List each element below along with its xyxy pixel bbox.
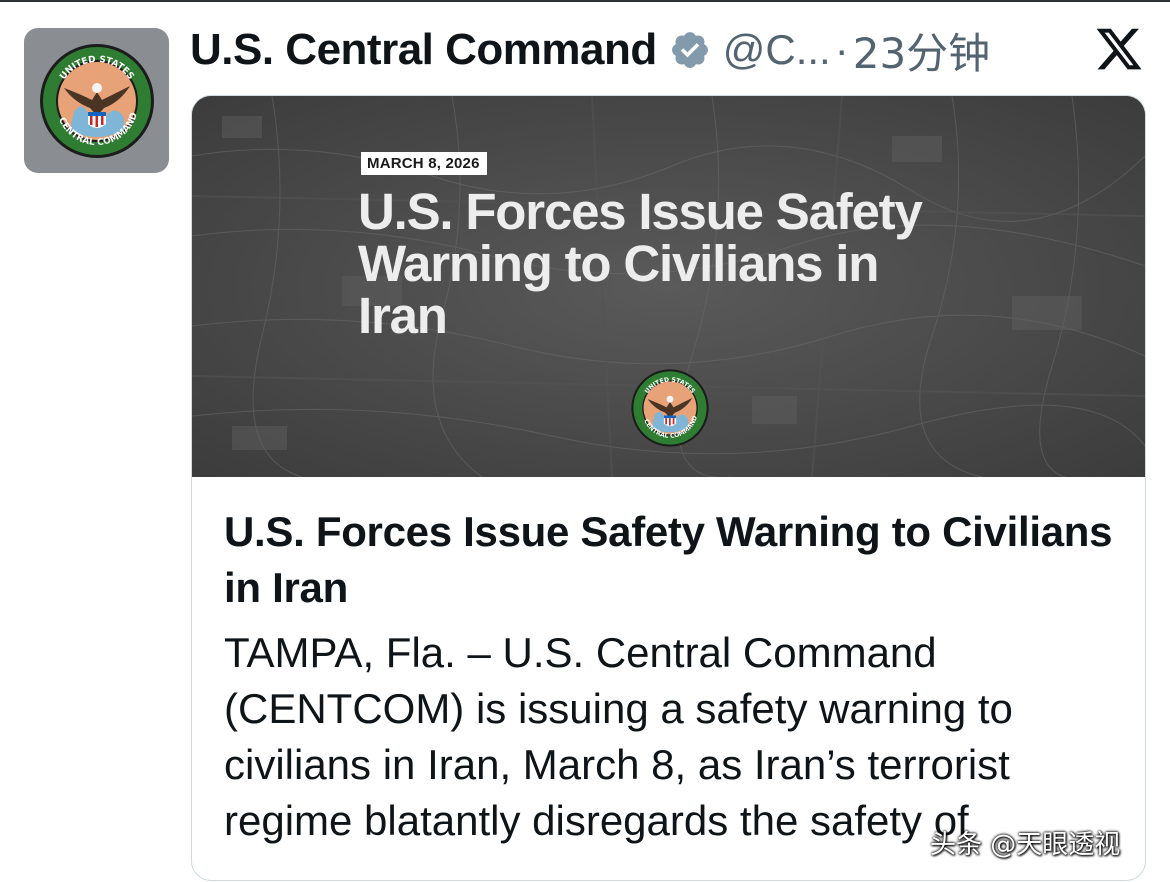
post-header: U.S. Central Command @C... · 23分钟: [190, 22, 1150, 78]
date-tag: MARCH 8, 2026: [361, 152, 487, 175]
watermark: 头条 @天眼透视: [930, 830, 1121, 860]
timestamp[interactable]: 23分钟: [853, 20, 990, 81]
image-headline: U.S. Forces Issue Safety Warning to Civi…: [358, 183, 923, 344]
avatar[interactable]: UNITED STATES CENTRAL COMMAND: [24, 28, 169, 173]
display-name[interactable]: U.S. Central Command: [190, 25, 657, 75]
card-title[interactable]: U.S. Forces Issue Safety Warning to Civi…: [224, 504, 1124, 616]
link-card[interactable]: MARCH 8, 2026 U.S. Forces Issue Safety W…: [191, 95, 1146, 881]
x-logo-icon[interactable]: [1094, 24, 1144, 74]
separator: ·: [834, 26, 849, 73]
centcom-seal-icon: UNITED STATES CENTRAL COMMAND: [631, 369, 709, 447]
centcom-seal-icon: UNITED STATES CENTRAL COMMAND: [39, 43, 154, 158]
post-screenshot: UNITED STATES CENTRAL COMMAND U.S. Centr…: [0, 0, 1170, 882]
verified-badge-icon: [671, 32, 708, 68]
handle[interactable]: @C...: [723, 26, 831, 74]
divider: [0, 0, 1170, 2]
card-image[interactable]: MARCH 8, 2026 U.S. Forces Issue Safety W…: [192, 96, 1145, 477]
card-body: TAMPA, Fla. – U.S. Central Command (CENT…: [224, 629, 1013, 844]
